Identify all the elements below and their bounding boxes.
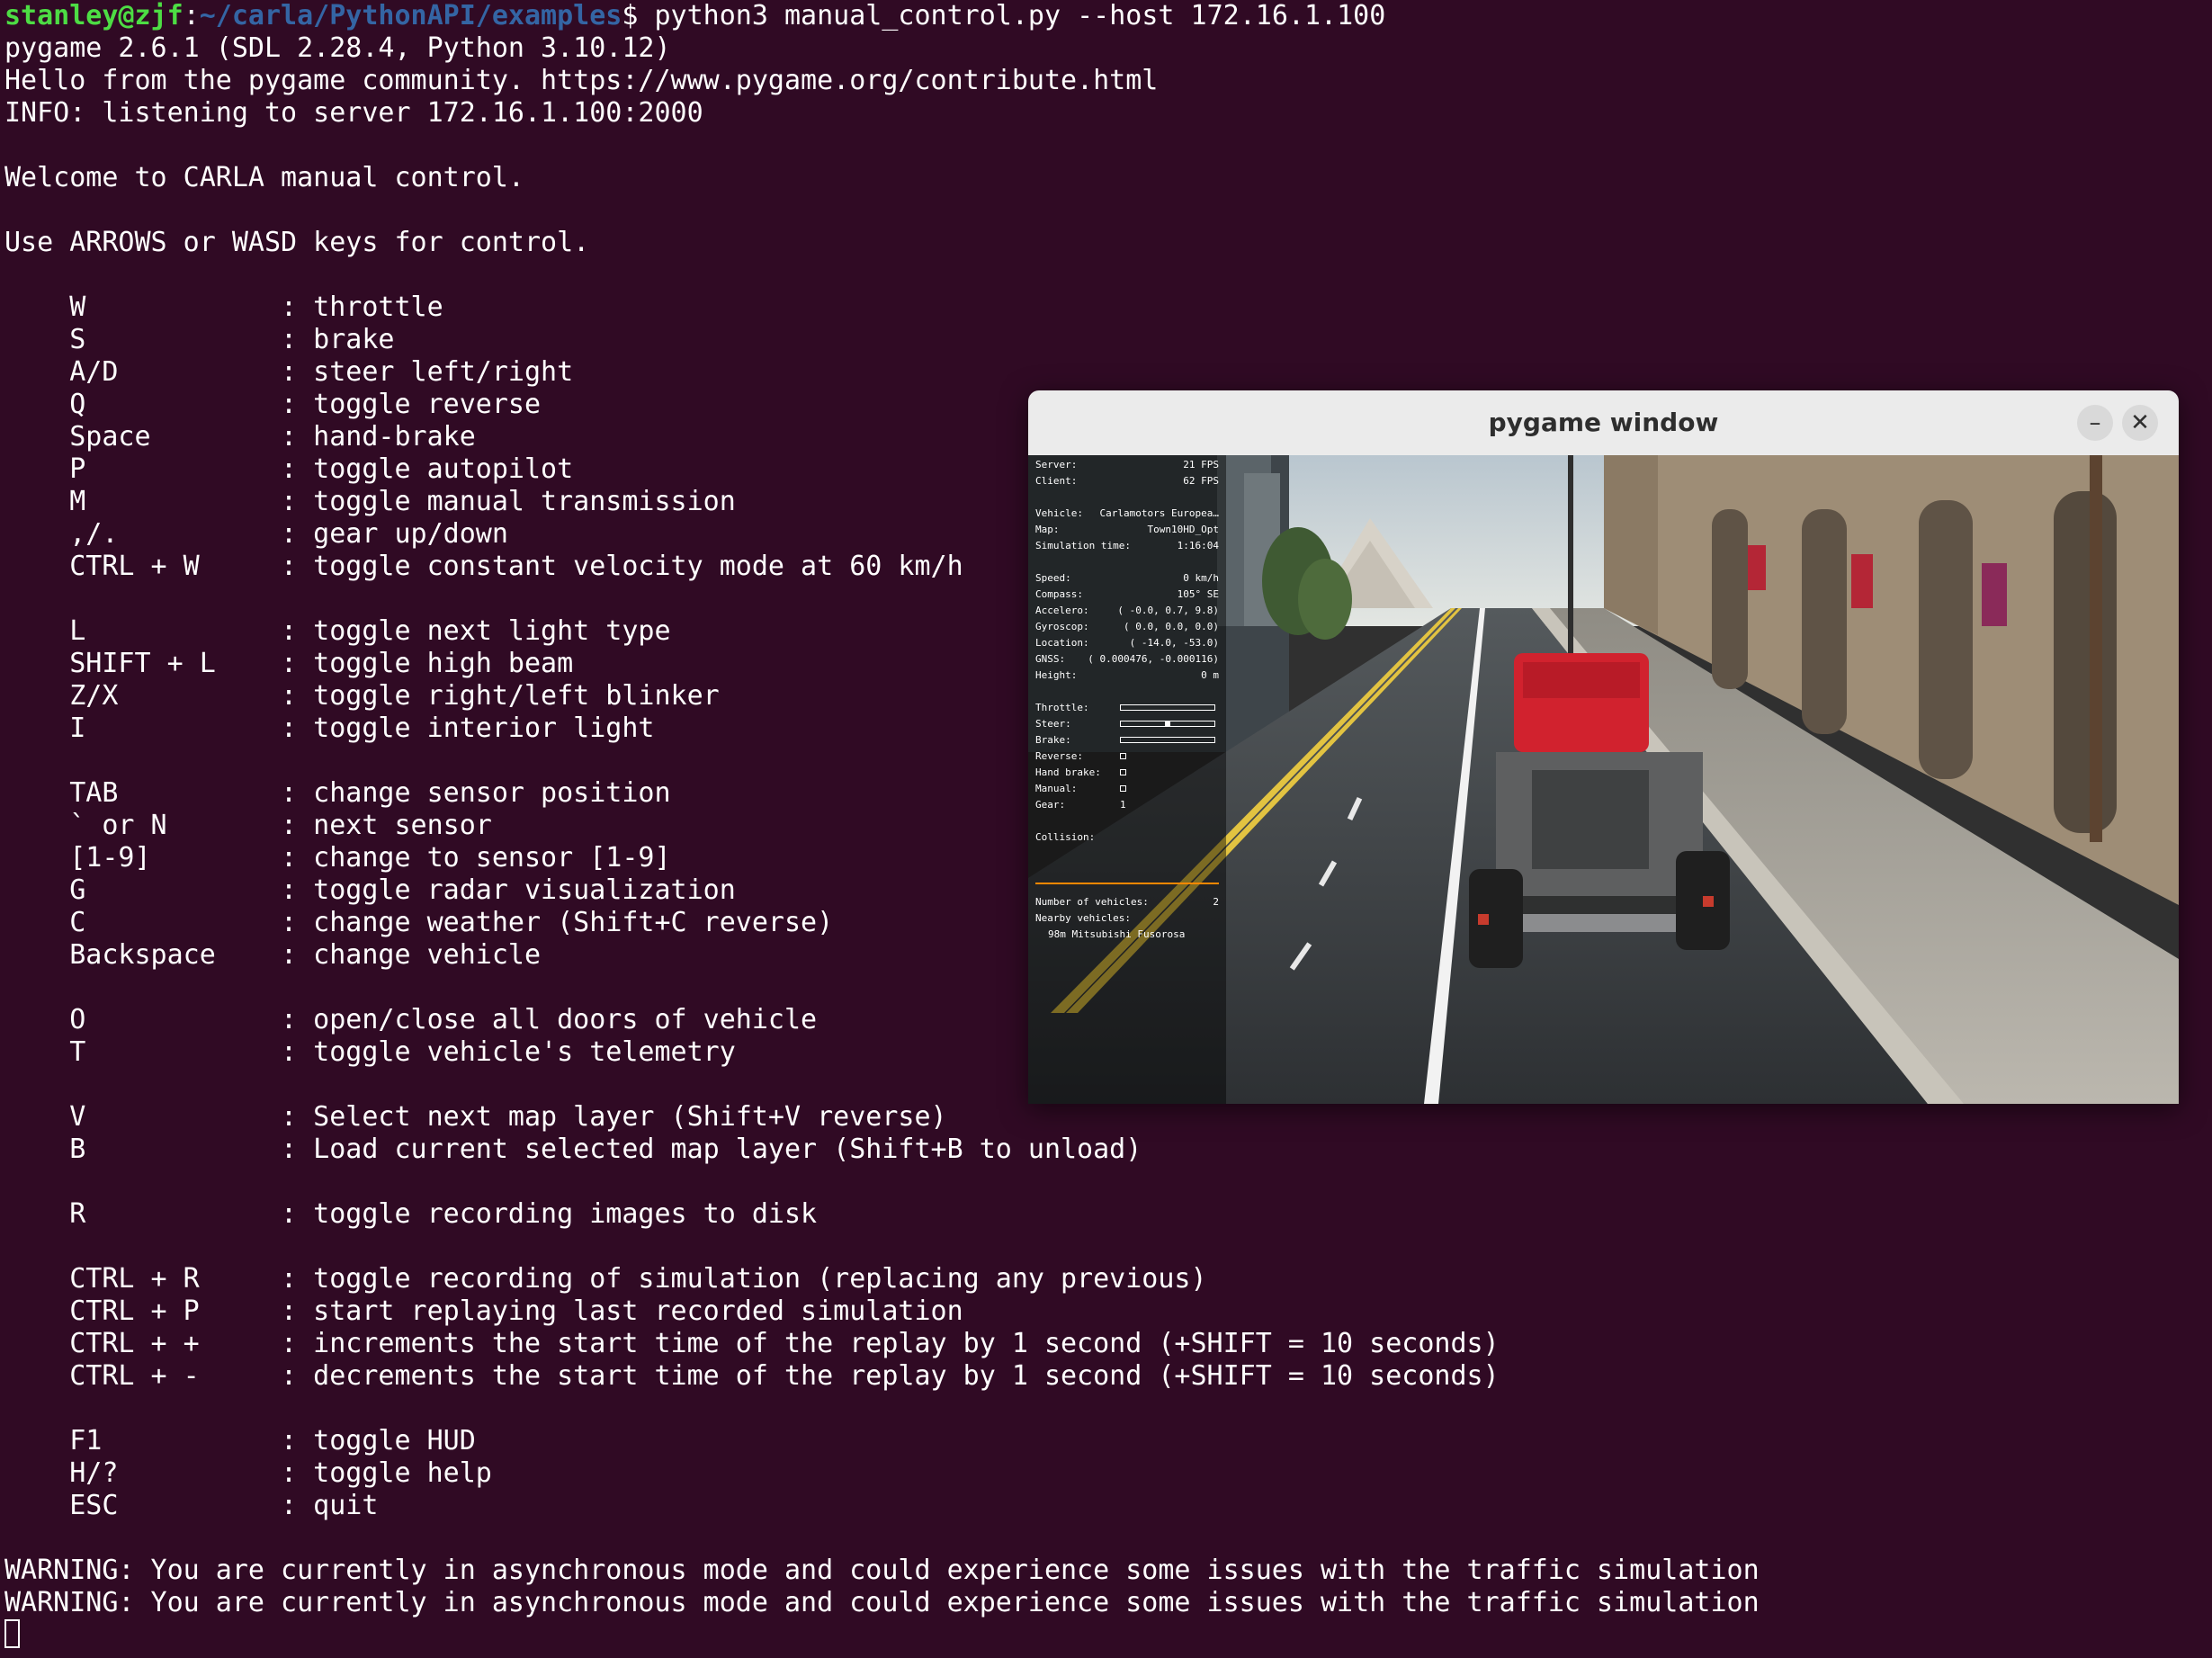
terminal-line: R : toggle recording images to disk — [4, 1198, 818, 1230]
terminal-line: Use ARROWS or WASD keys for control. — [4, 227, 590, 258]
steer-marker — [1165, 721, 1170, 726]
hud-simulation-time: Simulation time: 1:16:04 — [1035, 540, 1219, 551]
hud-vehicle: Vehicle: Carlamotors Europea… — [1035, 507, 1219, 519]
hud-manual: Manual: — [1035, 781, 1219, 797]
window-title: pygame window — [1488, 408, 1719, 437]
hud-compass: Compass: 105° SE — [1035, 588, 1219, 600]
hud-nearby-vehicle-item: 98m Mitsubishi Fusorosa — [1048, 928, 1186, 940]
terminal-line: Hello from the pygame community. https:/… — [4, 65, 1159, 96]
brake-bar — [1120, 737, 1215, 743]
hud-throttle: Throttle: — [1035, 700, 1219, 716]
hud-gnss: GNSS:( 0.000476, -0.000116) — [1035, 653, 1219, 665]
terminal-line: W : throttle — [4, 291, 443, 323]
prompt-user: stanley@zjf — [4, 0, 184, 31]
hud-panel: Server: 21 FPS Client: 62 FPS Vehicle: Carl… — [1028, 455, 1226, 1104]
terminal-line: ESC : quit — [4, 1490, 379, 1521]
prompt-path: ~/carla/PythonAPI/examples — [199, 0, 622, 31]
hud-height: Height: 0 m — [1035, 669, 1219, 681]
hud-brake: Brake: — [1035, 732, 1219, 748]
pygame-window[interactable]: pygame window – ✕ Server: 21 FPS Client:… — [1028, 390, 2179, 1104]
terminal-line: CTRL + P : start replaying last recorded… — [4, 1295, 963, 1327]
hud-accelero: Accelero:( -0.0, 0.7, 9.8) — [1035, 605, 1219, 616]
terminal-line: WARNING: You are currently in asynchrono… — [4, 1555, 1760, 1586]
terminal-line: S : brake — [4, 324, 395, 355]
hud-client: Client: 62 FPS — [1035, 475, 1219, 487]
terminal-cursor — [4, 1619, 20, 1648]
prompt-separator: : — [183, 0, 200, 31]
terminal-line: INFO: listening to server 172.16.1.100:2… — [4, 97, 703, 129]
terminal-line: F1 : toggle HUD — [4, 1425, 476, 1456]
terminal-line: WARNING: You are currently in asynchrono… — [4, 1587, 1760, 1618]
manual-checkbox — [1120, 785, 1126, 792]
hud-number-of-vehicles: Number of vehicles: 2 — [1035, 896, 1219, 908]
terminal-line: CTRL + - : decrements the start time of … — [4, 1360, 1500, 1392]
hud-speed: Speed: 0 km/h — [1035, 572, 1219, 584]
terminal-line: V : Select next map layer (Shift+V rever… — [4, 1101, 947, 1133]
minimize-button[interactable]: – — [2077, 405, 2113, 441]
reverse-checkbox — [1120, 753, 1126, 759]
terminal-line: pygame 2.6.1 (SDL 2.28.4, Python 3.10.12… — [4, 32, 671, 64]
pygame-titlebar[interactable]: pygame window – ✕ — [1028, 390, 2179, 456]
hud-server: Server: 21 FPS — [1035, 459, 1219, 471]
terminal-line: Welcome to CARLA manual control. — [4, 162, 524, 193]
hand-brake-checkbox — [1120, 769, 1126, 775]
hud-collision: Collision: — [1035, 831, 1096, 843]
terminal-line: A/D : steer left/right — [4, 356, 574, 388]
hud-gear: Gear: 1 — [1035, 799, 1126, 811]
hud-nearby-vehicles: Nearby vehicles: — [1035, 912, 1131, 924]
hud-steer: Steer: — [1035, 716, 1219, 732]
simulation-viewport[interactable]: Server: 21 FPS Client: 62 FPS Vehicle: Carl… — [1028, 455, 2179, 1104]
hud-gyroscop: Gyroscop:( 0.0, 0.0, 0.0) — [1035, 621, 1219, 632]
hud-reverse: Reverse: — [1035, 748, 1219, 765]
cursor-line — [4, 1619, 2212, 1652]
terminal-line: CTRL + R : toggle recording of simulatio… — [4, 1263, 1207, 1295]
terminal-line: B : Load current selected map layer (Shi… — [4, 1134, 1142, 1165]
terminal-line: CTRL + + : increments the start time of … — [4, 1328, 1500, 1359]
collision-history-graph — [1035, 883, 1219, 884]
terminal-line: H/? : toggle help — [4, 1457, 492, 1489]
prompt-line: stanley@zjf:~/carla/PythonAPI/examples$ … — [4, 0, 2212, 32]
prompt-symbol: $ — [622, 0, 655, 31]
hud-location: Location:( -14.0, -53.0) — [1035, 637, 1219, 649]
throttle-bar — [1120, 704, 1215, 711]
hud-map: Map: Town10HD_Opt — [1035, 524, 1219, 535]
close-button[interactable]: ✕ — [2122, 405, 2158, 441]
hud-hand-brake: Hand brake: — [1035, 765, 1219, 781]
prompt-command: python3 manual_control.py --host 172.16.… — [654, 0, 1386, 31]
steer-bar — [1120, 721, 1215, 727]
